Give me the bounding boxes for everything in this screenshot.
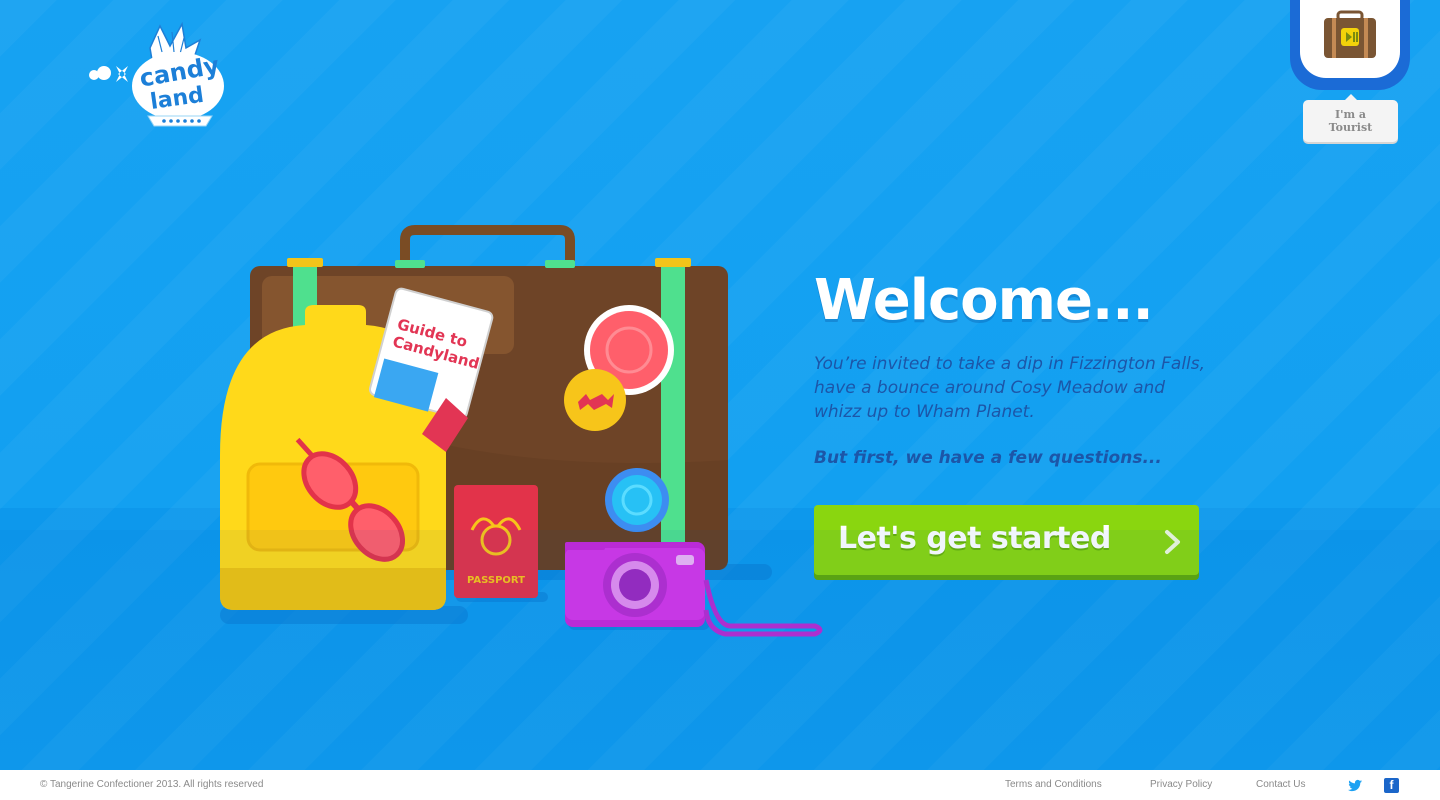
tourist-label-line2: Tourist	[1328, 121, 1373, 134]
twitter-icon[interactable]	[1348, 778, 1363, 793]
tourist-toggle-inner	[1300, 0, 1400, 78]
tourist-label-line1: I'm a	[1334, 108, 1367, 121]
tourist-toggle[interactable]: I'm a Tourist	[1290, 0, 1410, 150]
privacy-link[interactable]: Privacy Policy	[1150, 779, 1212, 790]
terms-link[interactable]: Terms and Conditions	[1005, 779, 1102, 790]
questions-text: But first, we have a few questions...	[814, 448, 1162, 468]
get-started-label: Let's get started	[838, 521, 1111, 556]
camera-shadow	[568, 616, 710, 630]
page-title: Welcome...	[814, 268, 1154, 333]
get-started-button[interactable]: Let's get started	[814, 505, 1199, 575]
travel-illustration: Guide to Candyland PASSPORT	[220, 225, 823, 637]
suitcase-shadow	[290, 564, 772, 580]
suitcase-handle	[400, 225, 575, 265]
passport	[454, 485, 538, 598]
camera	[565, 548, 705, 620]
tourist-toggle-label[interactable]: I'm a Tourist	[1303, 94, 1398, 142]
footer: © Tangerine Confectioner 2013. All right…	[0, 770, 1440, 800]
intro-text: You’re invited to take a dip in Fizzingt…	[814, 354, 1206, 422]
candyland-logo[interactable]: candy land	[82, 18, 232, 133]
tourist-toggle-ring	[1290, 0, 1410, 90]
suitcase-play-icon	[1324, 10, 1376, 58]
facebook-icon[interactable]: f	[1384, 778, 1399, 793]
chevron-right-icon	[1165, 530, 1180, 554]
passport-label: PASSPORT	[467, 575, 525, 586]
copyright-text: © Tangerine Confectioner 2013. All right…	[40, 779, 264, 790]
camera-strap	[703, 579, 823, 637]
hero-background: candy land I'm a Tourist Guide to Candyl…	[0, 0, 1440, 770]
backpack-shadow	[220, 606, 468, 624]
passport-shadow	[456, 592, 548, 602]
contact-link[interactable]: Contact Us	[1256, 779, 1305, 790]
